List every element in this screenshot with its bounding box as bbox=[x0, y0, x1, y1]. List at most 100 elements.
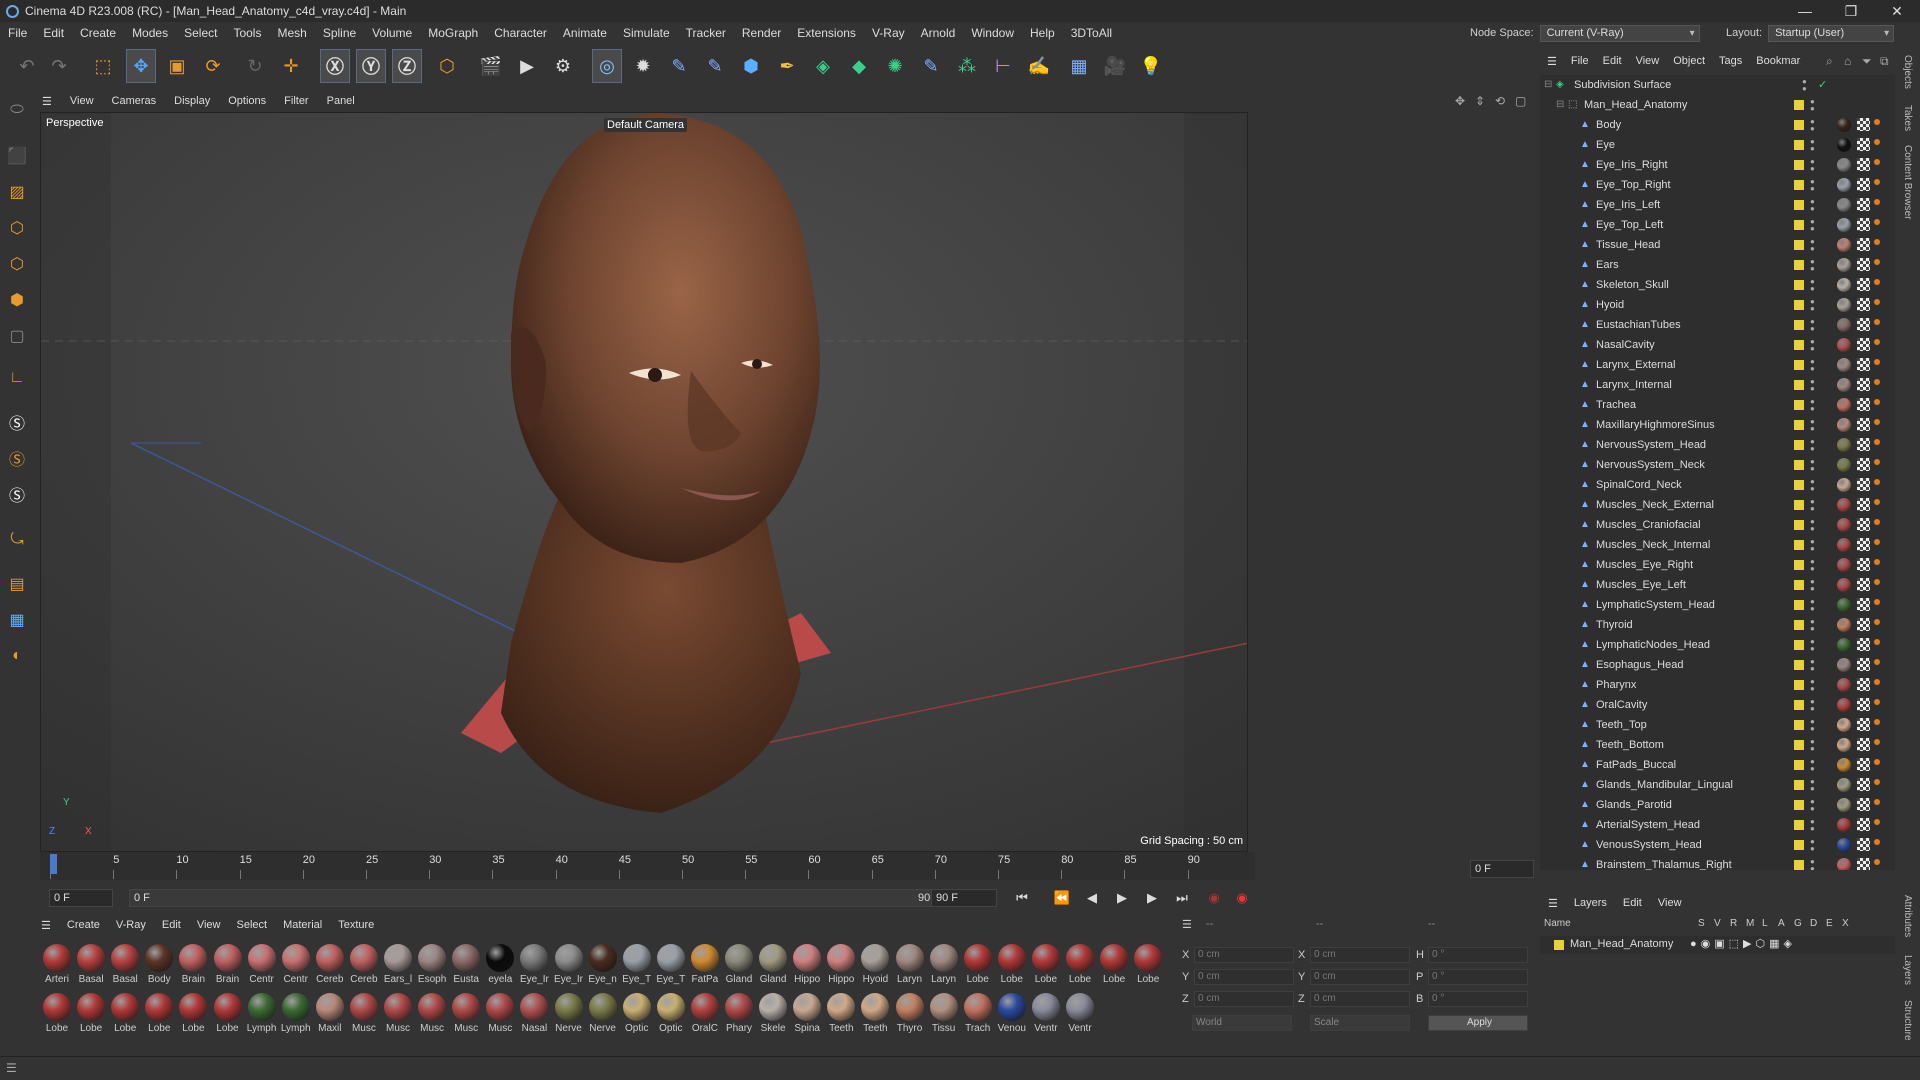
texture-tag-icon[interactable] bbox=[1857, 218, 1870, 231]
material-swatch[interactable]: Skele bbox=[756, 993, 790, 1041]
pos-x-field[interactable]: 0 cm bbox=[1194, 947, 1294, 963]
spline-tool-icon[interactable]: ⊢ bbox=[988, 49, 1018, 83]
material-tag-icon[interactable] bbox=[1837, 258, 1851, 272]
rot-b-field[interactable]: 0 ° bbox=[1428, 991, 1528, 1007]
layer-color-swatch[interactable] bbox=[1794, 440, 1804, 450]
texture-tag-icon[interactable] bbox=[1857, 818, 1870, 831]
rotate-tool-icon[interactable]: ⟳ bbox=[198, 49, 228, 83]
object-row[interactable]: ▲ Brainstem_Thalamus_Right ● ● bbox=[1540, 855, 1885, 870]
coords-menu-icon[interactable]: ☰ bbox=[1182, 918, 1192, 931]
material-swatch[interactable]: Phary bbox=[722, 993, 756, 1041]
viewport-zoom-icon[interactable]: ⇕ bbox=[1475, 94, 1485, 108]
layer-column-x[interactable]: X bbox=[1842, 918, 1849, 929]
texture-tag-icon[interactable] bbox=[1857, 778, 1870, 791]
vray-tag-icon[interactable] bbox=[1874, 639, 1880, 645]
vray-tag-icon[interactable] bbox=[1874, 239, 1880, 245]
vray-tag-icon[interactable] bbox=[1874, 579, 1880, 585]
visibility-dots[interactable]: ● ● bbox=[1810, 198, 1815, 213]
menu-item-render[interactable]: Render bbox=[734, 22, 789, 44]
material-tag-icon[interactable] bbox=[1837, 838, 1851, 852]
grid-icon[interactable]: ▦ bbox=[3, 606, 31, 634]
texture-mode-icon[interactable]: ▨ bbox=[3, 178, 31, 206]
menu-item-extensions[interactable]: Extensions bbox=[789, 22, 864, 44]
material-tag-icon[interactable] bbox=[1837, 518, 1851, 532]
layer-color-swatch[interactable] bbox=[1794, 360, 1804, 370]
layer-color-swatch[interactable] bbox=[1794, 300, 1804, 310]
texture-tag-icon[interactable] bbox=[1857, 298, 1870, 311]
material-swatch[interactable]: Eye_Ir bbox=[552, 944, 586, 992]
material-swatch[interactable]: Teeth bbox=[824, 993, 858, 1041]
record-icon[interactable]: ◉ bbox=[1203, 889, 1225, 907]
material-swatch[interactable]: Venou bbox=[995, 993, 1029, 1041]
layer-color-swatch[interactable] bbox=[1794, 340, 1804, 350]
edge-mode-icon[interactable]: ⬡ bbox=[3, 250, 31, 278]
visibility-dots[interactable]: ● ● bbox=[1810, 418, 1815, 433]
material-swatch[interactable]: Hyoid bbox=[858, 944, 892, 992]
layer-color-swatch[interactable] bbox=[1794, 240, 1804, 250]
layer-column-g[interactable]: G bbox=[1794, 918, 1802, 929]
visibility-dots[interactable]: ● ● bbox=[1810, 298, 1815, 313]
menu-item-window[interactable]: Window bbox=[963, 22, 1022, 44]
vray-tag-icon[interactable] bbox=[1874, 719, 1880, 725]
object-row[interactable]: ▲ Larynx_Internal ● ● bbox=[1540, 375, 1885, 395]
object-row[interactable]: ▲ Eye_Iris_Left ● ● bbox=[1540, 195, 1885, 215]
visibility-dots[interactable]: ● ● bbox=[1810, 618, 1815, 633]
object-row[interactable]: ▲ Eye_Top_Right ● ● bbox=[1540, 175, 1885, 195]
vray-tag-icon[interactable] bbox=[1874, 379, 1880, 385]
layer-column-r[interactable]: R bbox=[1730, 918, 1737, 929]
viewport-menu-filter[interactable]: Filter bbox=[275, 95, 317, 107]
point-mode-icon[interactable]: ⬡ bbox=[3, 214, 31, 242]
coordinate-system-icon[interactable]: ✛ bbox=[276, 49, 306, 83]
menu-item-help[interactable]: Help bbox=[1022, 22, 1063, 44]
search-icon[interactable]: ⌕ bbox=[1826, 54, 1833, 69]
visibility-dots[interactable]: ● ● bbox=[1810, 238, 1815, 253]
menu-item-mesh[interactable]: Mesh bbox=[269, 22, 314, 44]
playhead[interactable] bbox=[50, 854, 57, 874]
collapse-icon[interactable]: ⊟ bbox=[1544, 79, 1555, 90]
model-mode-icon[interactable]: ⬛ bbox=[3, 142, 31, 170]
menu-item-modes[interactable]: Modes bbox=[124, 22, 176, 44]
visibility-dots[interactable]: ● ● bbox=[1810, 698, 1815, 713]
vray-tag-icon[interactable] bbox=[1874, 559, 1880, 565]
layer-color-swatch[interactable] bbox=[1794, 400, 1804, 410]
python-script-2-icon[interactable]: ✎ bbox=[700, 49, 730, 83]
material-swatch[interactable]: Lobe bbox=[40, 993, 74, 1041]
object-row[interactable]: ▲ MaxillaryHighmoreSinus ● ● bbox=[1540, 415, 1885, 435]
material-swatch[interactable]: Lobe bbox=[1097, 944, 1131, 992]
vray-tag-icon[interactable] bbox=[1874, 539, 1880, 545]
object-menu-edit[interactable]: Edit bbox=[1596, 55, 1629, 67]
vray-tag-icon[interactable] bbox=[1874, 219, 1880, 225]
material-swatch[interactable]: Hippo bbox=[790, 944, 824, 992]
perspective-viewport[interactable]: Perspective Default Camera Grid Spacing … bbox=[40, 112, 1248, 852]
make-editable-icon[interactable]: ⬭ bbox=[3, 96, 31, 124]
layer-color-swatch[interactable] bbox=[1794, 120, 1804, 130]
viewport-layout-icon[interactable]: ▢ bbox=[1515, 94, 1526, 108]
material-tag-icon[interactable] bbox=[1837, 138, 1851, 152]
layer-column-m[interactable]: M bbox=[1746, 918, 1754, 929]
material-swatch[interactable]: Trach bbox=[961, 993, 995, 1041]
visibility-dots[interactable]: ● ● bbox=[1810, 558, 1815, 573]
vray-tag-icon[interactable] bbox=[1874, 659, 1880, 665]
layer-flags-icons[interactable]: ●◉▣⬚▶⬡▦◈ bbox=[1690, 937, 1796, 950]
material-tag-icon[interactable] bbox=[1837, 798, 1851, 812]
visibility-dots[interactable]: ● ● bbox=[1810, 578, 1815, 593]
object-menu-object[interactable]: Object bbox=[1666, 55, 1712, 67]
material-swatch[interactable]: Nasal bbox=[517, 993, 551, 1041]
material-tag-icon[interactable] bbox=[1837, 578, 1851, 592]
layer-color-swatch[interactable] bbox=[1794, 700, 1804, 710]
texture-tag-icon[interactable] bbox=[1857, 538, 1870, 551]
material-swatch[interactable]: Cereb bbox=[313, 944, 347, 992]
viewport-rotate-icon[interactable]: ⟲ bbox=[1495, 94, 1505, 108]
object-row[interactable]: ▲ FatPads_Buccal ● ● bbox=[1540, 755, 1885, 775]
visibility-dots[interactable]: ● ● bbox=[1810, 258, 1815, 273]
camera-label[interactable]: Default Camera bbox=[604, 117, 688, 132]
material-tag-icon[interactable] bbox=[1837, 858, 1851, 870]
texture-tag-icon[interactable] bbox=[1857, 158, 1870, 171]
texture-tag-icon[interactable] bbox=[1857, 358, 1870, 371]
layer-menu-edit[interactable]: Edit bbox=[1615, 897, 1650, 909]
texture-tag-icon[interactable] bbox=[1857, 378, 1870, 391]
material-swatch[interactable]: Hippo bbox=[824, 944, 858, 992]
material-swatch[interactable]: Eye_T bbox=[620, 944, 654, 992]
material-swatch[interactable]: FatPa bbox=[688, 944, 722, 992]
viewport-menu-options[interactable]: Options bbox=[219, 95, 275, 107]
